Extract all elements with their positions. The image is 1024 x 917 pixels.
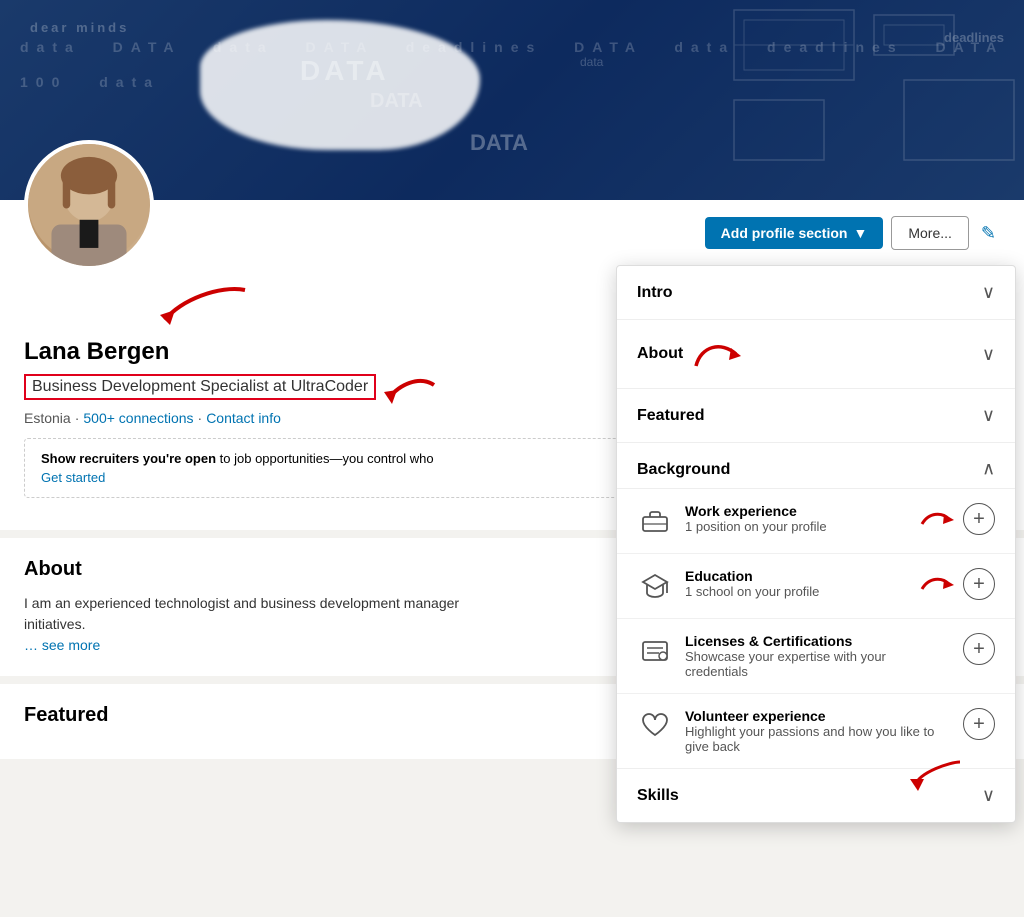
work-subtitle: 1 position on your profile: [685, 519, 905, 534]
add-volunteer-button[interactable]: +: [963, 708, 995, 740]
briefcase-icon: [637, 503, 673, 539]
intro-label: Intro: [637, 284, 673, 302]
dropdown-intro-row[interactable]: Intro ∨: [617, 266, 1015, 320]
recruiter-bold: Show recruiters you're open: [41, 451, 216, 466]
work-arrow: [917, 504, 957, 534]
about-dropdown-label: About: [637, 345, 683, 363]
about-chevron-icon: ∨: [982, 344, 995, 365]
pencil-icon: ✎: [981, 223, 996, 243]
dropdown-about-row[interactable]: About ∨: [617, 320, 1015, 389]
work-experience-item: Work experience 1 position on your profi…: [617, 489, 1015, 554]
education-icon: [637, 568, 673, 604]
licenses-subtitle: Showcase your expertise with your creden…: [685, 649, 951, 679]
education-content: Education 1 school on your profile: [685, 568, 905, 599]
banner-data-1: DATA: [300, 55, 390, 87]
see-more-link[interactable]: … see more: [24, 637, 100, 653]
more-label: More...: [908, 225, 952, 241]
background-header[interactable]: Background ∨: [617, 443, 1015, 489]
licenses-item: Licenses & Certifications Showcase your …: [617, 619, 1015, 694]
licenses-content: Licenses & Certifications Showcase your …: [685, 633, 951, 679]
skills-chevron-icon: ∨: [982, 785, 995, 806]
banner-data-3: DATA: [470, 130, 528, 156]
dropdown-featured-row[interactable]: Featured ∨: [617, 389, 1015, 443]
about-body-text: I am an experienced technologist and bus…: [24, 595, 459, 611]
featured-dropdown-label: Featured: [637, 407, 705, 425]
headline-arrow: [384, 370, 439, 410]
profile-headline: Business Development Specialist at Ultra…: [24, 374, 376, 400]
licenses-title: Licenses & Certifications: [685, 633, 951, 649]
add-education-button[interactable]: +: [963, 568, 995, 600]
skills-row[interactable]: Skills ∨: [617, 769, 1015, 822]
banner-text-3: data: [580, 55, 603, 69]
volunteer-content: Volunteer experience Highlight your pass…: [685, 708, 951, 754]
background-label: Background: [637, 461, 730, 479]
banner-data-2: DATA: [370, 90, 423, 113]
recruiter-normal: to job opportunities—you control who: [220, 451, 434, 466]
volunteer-title: Volunteer experience: [685, 708, 951, 724]
add-section-label: Add profile section: [721, 225, 848, 241]
separator-1: ·: [75, 410, 80, 426]
dropdown-panel: Intro ∨ About ∨ Featured ∨ Background ∨: [616, 265, 1016, 823]
about-body-text2: initiatives.: [24, 616, 85, 632]
education-subtitle: 1 school on your profile: [685, 584, 905, 599]
dropdown-arrow-icon: ▼: [853, 225, 867, 241]
add-profile-section-button[interactable]: Add profile section ▼: [705, 217, 884, 249]
about-dropdown-arrow: [691, 336, 741, 372]
avatar: [24, 140, 154, 270]
separator-2: ·: [198, 410, 203, 426]
contact-info-link[interactable]: Contact info: [206, 410, 281, 426]
connections-link[interactable]: 500+ connections: [83, 410, 193, 426]
heart-icon: [637, 708, 673, 744]
education-title: Education: [685, 568, 905, 584]
add-licenses-button[interactable]: +: [963, 633, 995, 665]
location: Estonia: [24, 410, 71, 426]
profile-actions: Add profile section ▼ More... ✎: [24, 200, 1000, 258]
education-arrow: [917, 569, 957, 599]
education-item: Education 1 school on your profile +: [617, 554, 1015, 619]
banner-grid: [724, 0, 1024, 200]
avatar-image: [28, 140, 150, 266]
avatar-wrapper: [24, 140, 154, 270]
about-label-wrap: About: [637, 336, 741, 372]
avatar-arrow: [160, 280, 250, 335]
intro-chevron-icon: ∨: [982, 282, 995, 303]
banner-text-1: dear minds: [30, 20, 129, 35]
volunteer-subtitle: Highlight your passions and how you like…: [685, 724, 951, 754]
background-chevron-icon: ∨: [982, 459, 995, 480]
skills-arrow: [910, 757, 965, 792]
add-work-button[interactable]: +: [963, 503, 995, 535]
skills-label: Skills: [637, 787, 679, 805]
featured-chevron-icon: ∨: [982, 405, 995, 426]
certificate-icon: [637, 633, 673, 669]
more-button[interactable]: More...: [891, 216, 969, 250]
edit-profile-button[interactable]: ✎: [977, 219, 1000, 248]
work-content: Work experience 1 position on your profi…: [685, 503, 905, 534]
work-title: Work experience: [685, 503, 905, 519]
